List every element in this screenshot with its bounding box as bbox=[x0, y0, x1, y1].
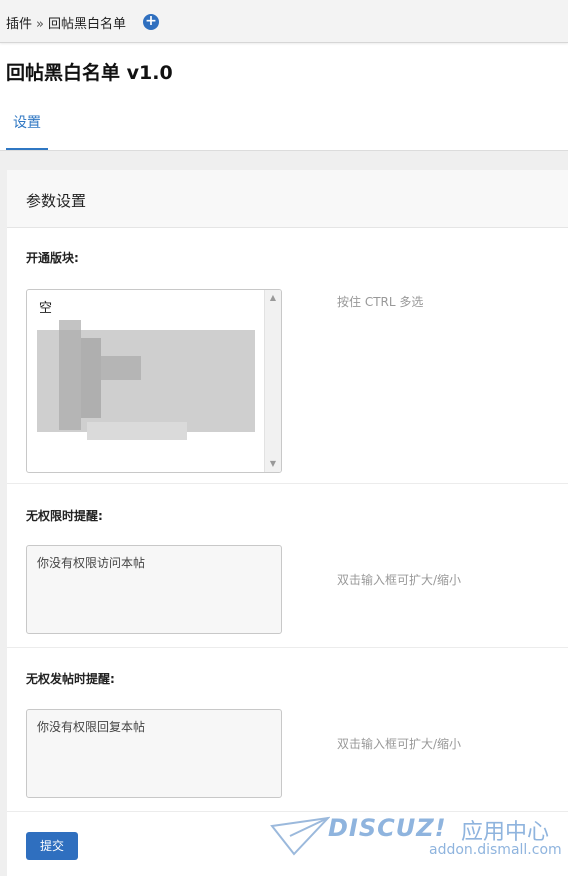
paper-plane-icon bbox=[270, 816, 330, 856]
forums-multiselect[interactable]: 空 ▲ ▼ bbox=[26, 289, 282, 473]
divider bbox=[7, 647, 568, 648]
forum-option-empty[interactable]: 空 bbox=[39, 297, 52, 316]
no-reply-text: 你没有权限回复本帖 bbox=[37, 720, 146, 734]
forums-scrollbar[interactable]: ▲ ▼ bbox=[264, 290, 281, 472]
breadcrumb-separator: » bbox=[36, 17, 44, 32]
no-reply-label: 无权发帖时提醒: bbox=[26, 672, 115, 686]
breadcrumb: 插件 » 回帖黑白名单 bbox=[6, 13, 126, 32]
no-view-label: 无权限时提醒: bbox=[26, 509, 103, 523]
tab-settings[interactable]: 设置 bbox=[6, 100, 48, 150]
top-bar: 插件 » 回帖黑白名单 + bbox=[0, 0, 568, 43]
blurred-options bbox=[59, 320, 81, 430]
blurred-options bbox=[87, 422, 187, 440]
scroll-down-icon[interactable]: ▼ bbox=[265, 457, 281, 471]
content-gutter-left bbox=[0, 151, 7, 876]
panel-title: 参数设置 bbox=[26, 192, 87, 210]
add-plus-icon[interactable]: + bbox=[143, 14, 159, 30]
no-view-hint: 双击输入框可扩大/缩小 bbox=[337, 573, 462, 587]
blurred-options bbox=[81, 338, 101, 418]
no-reply-hint: 双击输入框可扩大/缩小 bbox=[337, 737, 462, 751]
breadcrumb-root[interactable]: 插件 bbox=[6, 17, 32, 32]
divider bbox=[7, 483, 568, 484]
scroll-up-icon[interactable]: ▲ bbox=[265, 291, 281, 305]
forums-label: 开通版块: bbox=[26, 251, 79, 265]
no-view-textarea[interactable]: 你没有权限访问本帖 bbox=[26, 545, 282, 634]
watermark-url: addon.dismall.com bbox=[429, 842, 562, 858]
discuz-watermark: DISCUZ! 应用中心 addon.dismall.com bbox=[268, 812, 568, 876]
page-title: 回帖黑白名单 v1.0 bbox=[6, 62, 173, 84]
submit-button[interactable]: 提交 bbox=[26, 832, 78, 860]
breadcrumb-current[interactable]: 回帖黑白名单 bbox=[48, 17, 126, 32]
no-reply-textarea[interactable]: 你没有权限回复本帖 bbox=[26, 709, 282, 798]
tab-bar: 设置 bbox=[0, 100, 568, 151]
forums-hint: 按住 CTRL 多选 bbox=[337, 295, 424, 309]
settings-panel: 参数设置 开通版块: 空 ▲ ▼ 按住 CTRL 多选 无权限时提醒: 你没有权… bbox=[7, 170, 568, 876]
panel-header: 参数设置 bbox=[7, 170, 568, 228]
content-gutter-top bbox=[0, 151, 568, 170]
no-view-text: 你没有权限访问本帖 bbox=[37, 556, 146, 570]
blurred-options bbox=[101, 356, 141, 380]
watermark-brand: DISCUZ! bbox=[328, 814, 447, 842]
